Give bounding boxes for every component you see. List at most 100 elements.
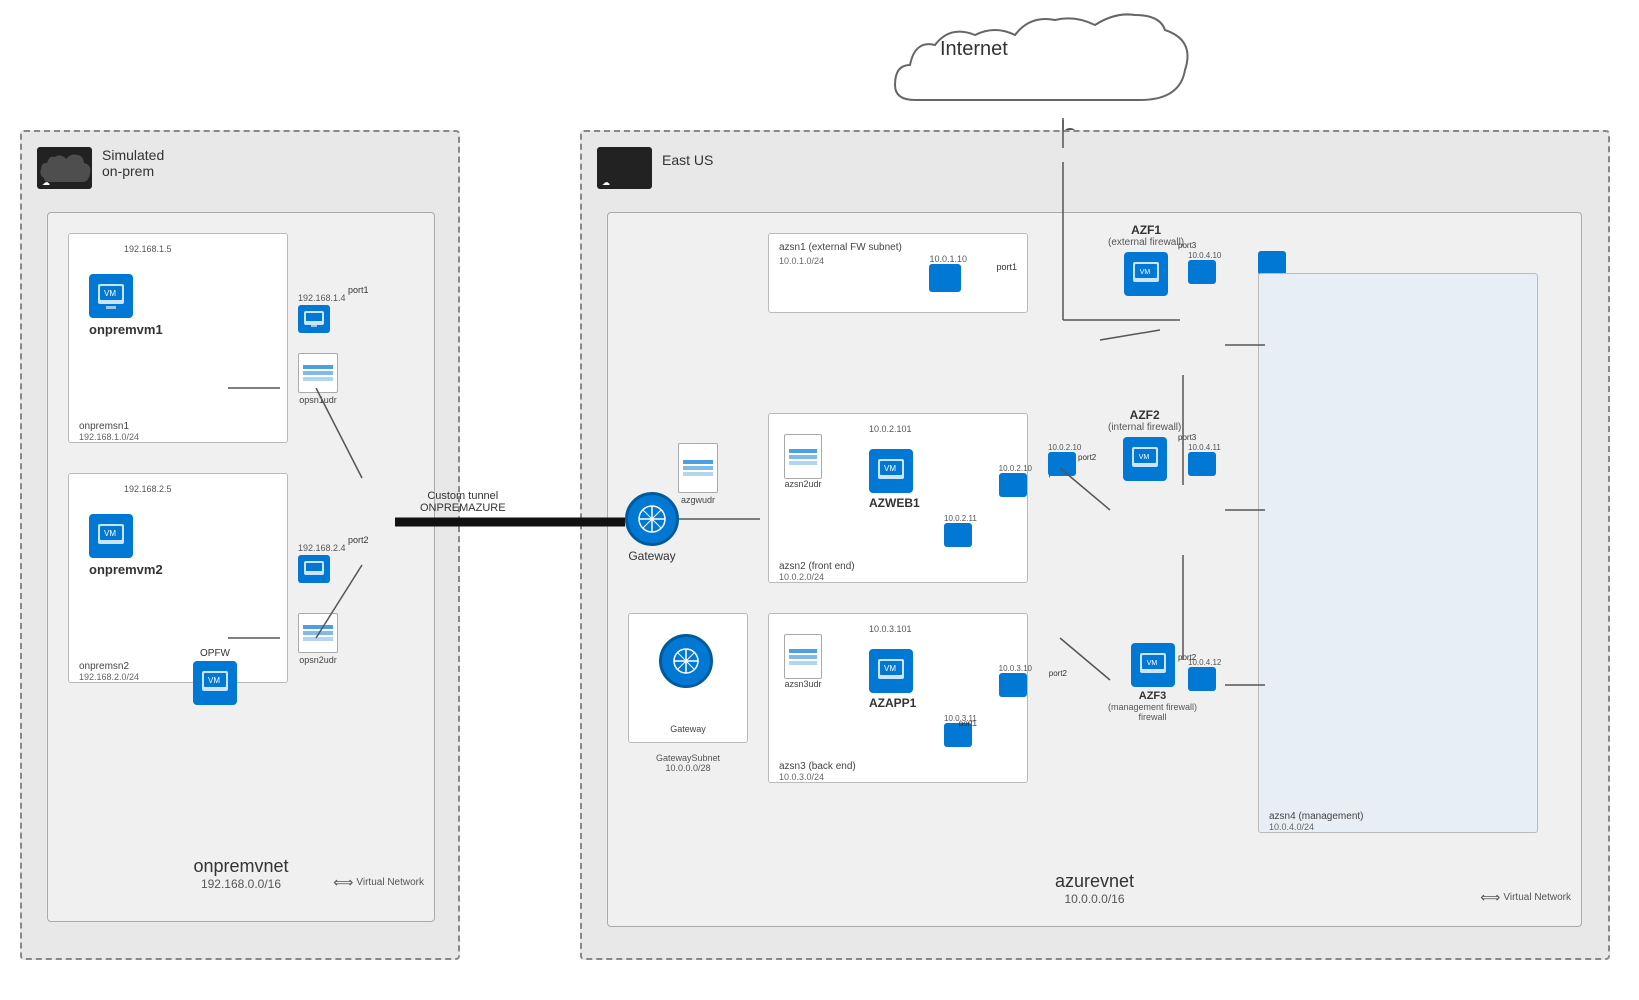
azf2-port3-ip: 10.0.4.11	[1188, 443, 1221, 452]
azf2-port2-left-group: 10.0.2.10	[1048, 443, 1081, 476]
port2-label-onprem: port2	[348, 535, 369, 545]
onpremsn1-box: 192.168.1.5 VM onpremvm1 onpremsn1 192.1…	[68, 233, 288, 443]
azsn2-box: azsn2 (front end) 10.0.2.0/24 azsn2udr 1…	[768, 413, 1028, 583]
azf3-icon: VM	[1131, 643, 1175, 687]
azsn4-cidr: 10.0.4.0/24	[1269, 822, 1314, 832]
azapp1-nic-right: 10.0.3.10	[999, 664, 1032, 697]
azf1-subtitle: (external firewall)	[1108, 237, 1184, 248]
azweb1-nic2-icon	[999, 473, 1027, 497]
azf1-azsn4-nic	[1258, 251, 1286, 275]
azweb1-top-ip: 10.0.2.101	[869, 424, 912, 434]
svg-text:☁: ☁	[602, 178, 610, 187]
onpremvm1-nic-ip: 192.168.1.4	[298, 293, 346, 303]
azsn1-cidr: 10.0.1.0/24	[779, 256, 824, 266]
opfw-label: OPFW	[200, 648, 230, 659]
onprem-cloud-icon: ☁	[37, 147, 92, 189]
azweb1-nic-bottom: 10.0.2.11	[944, 514, 977, 547]
vm2-ip: 192.168.2.5	[124, 484, 172, 494]
azf2-group: AZF2 (internal firewall) VM	[1108, 408, 1181, 481]
opfw-group: OPFW VM	[193, 648, 237, 705]
azf2-port3-group: 10.0.4.11	[1188, 443, 1221, 476]
vm1-ip: 192.168.1.5	[124, 244, 172, 254]
onpremsn1-label: onpremsn1	[79, 421, 129, 432]
gateway-icon	[625, 492, 679, 546]
svg-text:VM: VM	[1146, 660, 1157, 667]
azf3-port2-label: port2	[1178, 653, 1196, 662]
azsn1-nic-icon	[929, 264, 961, 292]
azweb1-icon: VM	[869, 449, 913, 493]
onpremsn1-cidr: 192.168.1.0/24	[79, 432, 139, 442]
azf2-port3-label: port3	[1178, 433, 1196, 442]
svg-text:VM: VM	[884, 664, 896, 673]
azf2-port2-left-ip: 10.0.2.10	[1048, 443, 1081, 452]
onpremvm2-nic-group: 192.168.2.4	[298, 543, 346, 583]
azsn4-box: azsn4 (management) 10.0.4.0/24	[1258, 273, 1538, 833]
azsn1-label: azsn1 (external FW subnet)	[779, 242, 902, 253]
azurevnet-box: Gateway GatewaySubnet 10.0.0.0/28 azgwud…	[607, 212, 1582, 927]
azsn2udr-label: azsn2udr	[784, 479, 822, 489]
azapp1-top-ip: 10.0.3.101	[869, 624, 912, 634]
eastus-region: ☁ East US Gateway GatewaySubnet 10.0.0.0…	[580, 130, 1610, 960]
azgwudr-group: azgwudr	[678, 443, 718, 505]
azsn3-label: azsn3 (back end)	[779, 761, 856, 772]
azapp1-nic2-ip: 10.0.3.10	[999, 664, 1032, 673]
azf2-port2-mid-label: port2	[1078, 453, 1096, 462]
opsn2udr-group: opsn2udr	[298, 613, 338, 665]
gateway-subnet-name: GatewaySubnet 10.0.0.0/28	[628, 753, 748, 773]
opsn2udr-icon	[298, 613, 338, 653]
azweb1-nic1-ip: 10.0.2.11	[944, 514, 977, 523]
azsn3-box: azsn3 (back end) 10.0.3.0/24 azsn3udr 10…	[768, 613, 1028, 783]
azapp1-vm-group: VM AZAPP1	[869, 649, 916, 710]
svg-text:VM: VM	[1140, 269, 1151, 276]
azf3-port1-label: port1	[959, 719, 977, 728]
onpremvm1-icon: VM	[89, 274, 133, 318]
azweb1-nic-right: 10.0.2.10	[999, 464, 1032, 497]
gateway-label: Gateway	[628, 549, 675, 563]
azsn3udr-label: azsn3udr	[784, 679, 822, 689]
azf1-port3-ip: 10.0.4.10	[1188, 251, 1221, 260]
cloud-svg	[820, 10, 1200, 120]
eastus-vnet-badge: ⟺ Virtual Network	[1480, 889, 1571, 906]
azf1-azsn4-nic-icon	[1258, 251, 1286, 275]
opsn2udr-label: opsn2udr	[298, 655, 338, 665]
azf1-name: AZF1	[1131, 223, 1161, 237]
azsn2udr-group: azsn2udr	[784, 434, 822, 489]
azsn3udr-group: azsn3udr	[784, 634, 822, 689]
gateway-subnet-labels: Gateway	[670, 724, 706, 734]
onpremvm1-label: onpremvm1	[89, 322, 163, 337]
svg-text:VM: VM	[104, 529, 116, 538]
port1-label-onprem: port1	[348, 285, 369, 295]
eastus-region-label: East US	[662, 152, 713, 168]
azapp1-label: AZAPP1	[869, 696, 916, 710]
azweb1-nic2-ip: 10.0.2.10	[999, 464, 1032, 473]
onpremvm2-nic-ip: 192.168.2.4	[298, 543, 346, 553]
onpremvm2-group: VM onpremvm2	[89, 514, 163, 577]
azf3-name: AZF3	[1139, 690, 1167, 702]
azsn2udr-icon	[784, 434, 822, 479]
onpremvm1-nic-icon	[298, 305, 330, 333]
azsn1-box: azsn1 (external FW subnet) 10.0.1.0/24 1…	[768, 233, 1028, 313]
azf2-subtitle: (internal firewall)	[1108, 422, 1181, 433]
onpremsn2-cidr: 192.168.2.0/24	[79, 672, 139, 682]
azf2-port3-nic-icon	[1188, 452, 1216, 476]
azsn1-nic-group: 10.0.1.10	[929, 254, 967, 292]
onpremvnet-box: 192.168.1.5 VM onpremvm1 onpremsn1 192.1…	[47, 212, 435, 922]
azf3-port2-left-label: port2	[1049, 669, 1067, 678]
onprem-region-label: Simulated on-prem	[102, 147, 164, 179]
svg-text:VM: VM	[208, 676, 220, 685]
azsn3udr-icon	[784, 634, 822, 679]
svg-text:VM: VM	[104, 289, 116, 298]
internet-label: Internet	[940, 38, 1008, 61]
azf2-left-nic-icon	[1048, 452, 1076, 476]
opsn1udr-label: opsn1udr	[298, 395, 338, 405]
svg-text:VM: VM	[1138, 454, 1149, 461]
svg-text:VM: VM	[884, 464, 896, 473]
gateway-icon	[659, 634, 713, 688]
azapp1-icon: VM	[869, 649, 913, 693]
azsn2-cidr: 10.0.2.0/24	[779, 572, 824, 582]
onpremsn2-label: onpremsn2	[79, 661, 129, 672]
opsn1udr-icon	[298, 353, 338, 393]
onpremvm2-label: onpremvm2	[89, 562, 163, 577]
azf1-icon: VM	[1124, 252, 1168, 296]
azgwudr-icon	[678, 443, 718, 493]
